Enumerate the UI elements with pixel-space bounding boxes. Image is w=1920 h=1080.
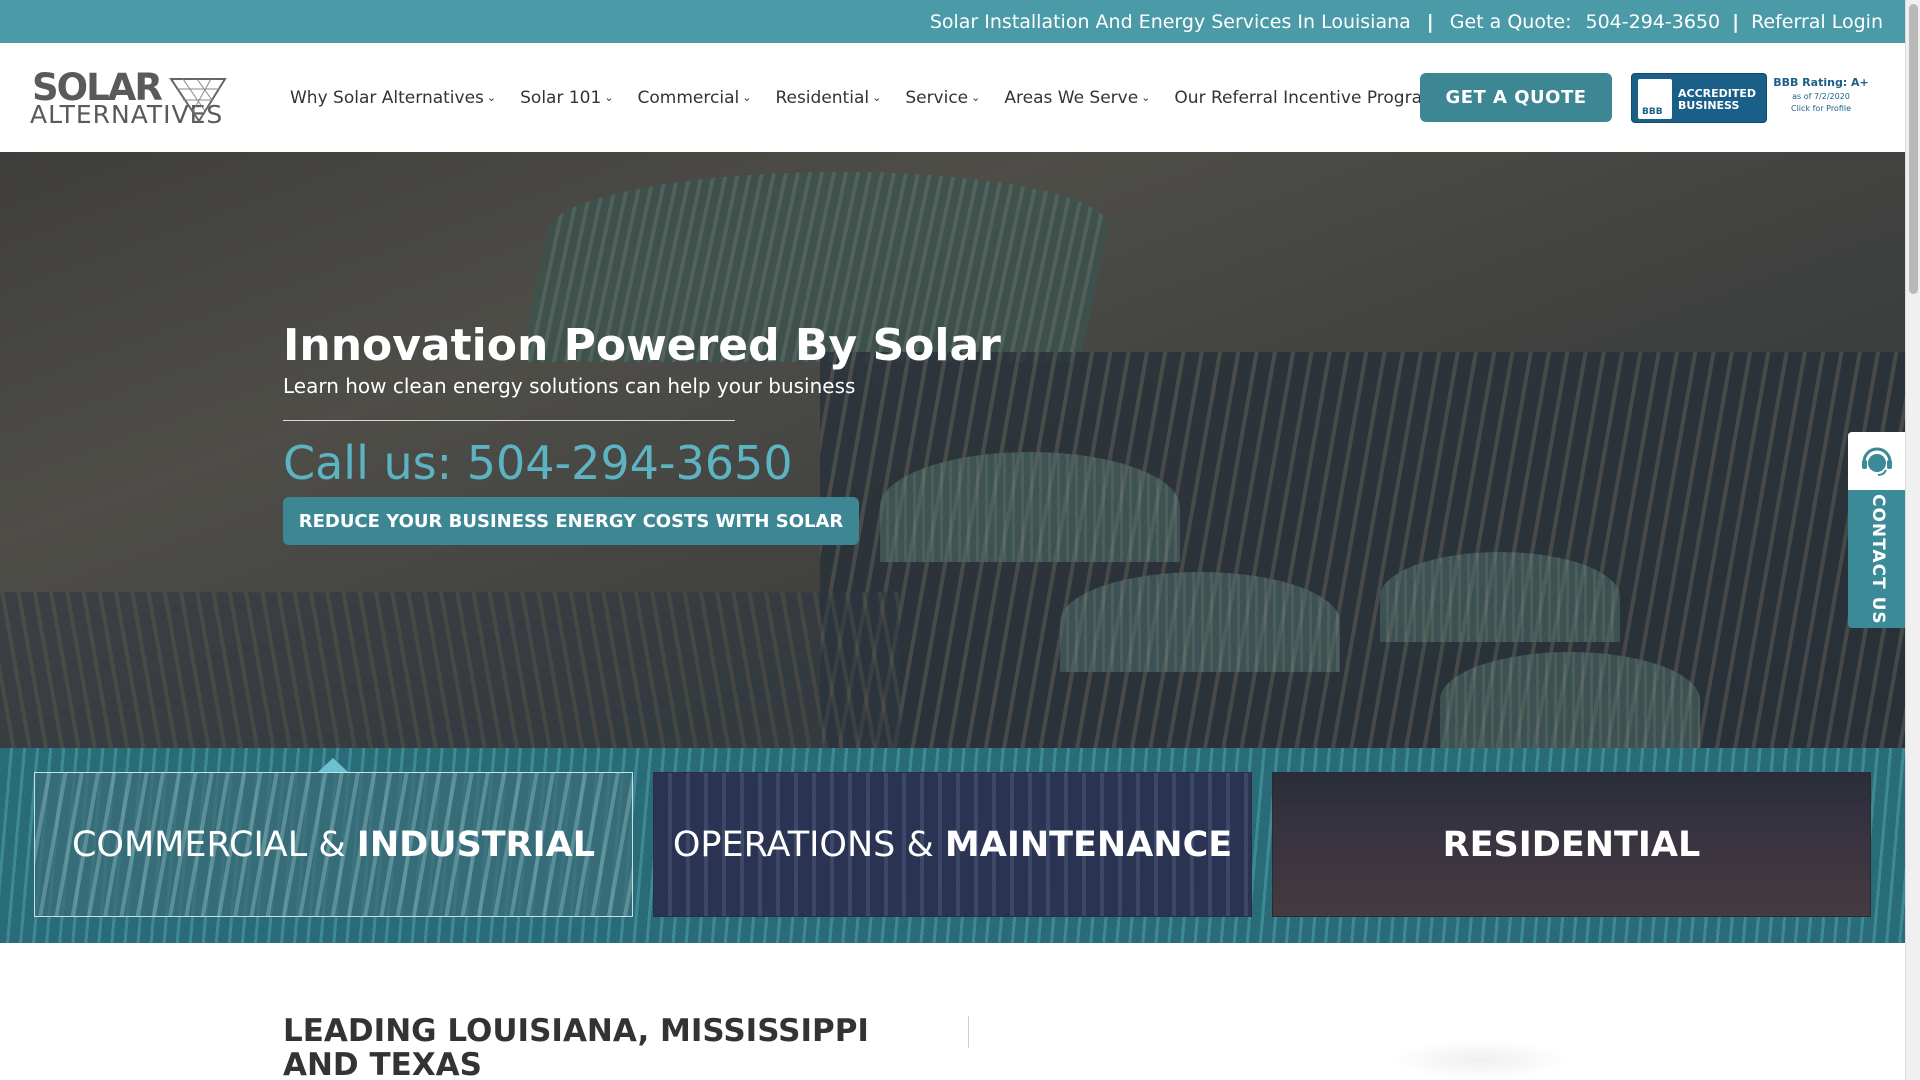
solar-panel-logo-icon	[169, 78, 227, 123]
card-title: OPERATIONS & MAINTENANCE	[673, 825, 1232, 865]
separator: |	[1732, 10, 1740, 33]
page-scrollbar[interactable]	[1905, 0, 1920, 1080]
nav-label: Service	[905, 87, 969, 108]
support-headset-icon	[1861, 447, 1892, 476]
quote-label: Get a Quote:	[1449, 10, 1572, 33]
chevron-down-icon: ⌄	[604, 91, 614, 104]
card-title: RESIDENTIAL	[1443, 825, 1701, 865]
tagline: Solar Installation And Energy Services I…	[929, 10, 1411, 33]
nav-label: Solar 101	[520, 87, 602, 108]
chevron-down-icon: ⌄	[872, 91, 882, 104]
nav-areas-we-serve[interactable]: Areas We Serve ⌄	[1004, 88, 1150, 108]
card-title-bold: INDUSTRIAL	[356, 824, 596, 865]
nav-label: Residential	[775, 87, 870, 108]
card-title-light: COMMERCIAL &	[71, 824, 357, 865]
nav-residential[interactable]: Residential ⌄	[775, 88, 881, 108]
nav-commercial[interactable]: Commercial ⌄	[638, 88, 752, 108]
site-header: SOLAR ALTERNATIVES Why Solar Alternative…	[0, 43, 1905, 152]
nav-label: Areas We Serve	[1004, 87, 1139, 108]
hero-call-us[interactable]: Call us: 504-294-3650	[283, 436, 793, 490]
card-title: COMMERCIAL & INDUSTRIAL	[72, 825, 595, 865]
nav-label: Commercial	[637, 87, 740, 108]
faded-image	[1390, 1040, 1570, 1080]
service-card-operations-maintenance[interactable]: OPERATIONS & MAINTENANCE	[653, 772, 1252, 917]
bbb-seal-text: BBB	[1642, 107, 1663, 117]
hero-title: Innovation Powered By Solar	[283, 320, 1001, 371]
bbb-accredited-panel: BBB ACCREDITED BUSINESS	[1631, 73, 1767, 123]
card-title-bold: MAINTENANCE	[944, 824, 1233, 865]
card-title-light: OPERATIONS &	[672, 824, 945, 865]
service-card-commercial-industrial[interactable]: COMMERCIAL & INDUSTRIAL	[34, 772, 633, 917]
scrollbar-thumb[interactable]	[1909, 4, 1918, 294]
bbb-click-profile: Click for Profile	[1790, 104, 1852, 113]
bbb-accredited-text: ACCREDITED BUSINESS	[1678, 87, 1757, 112]
active-card-pointer	[318, 758, 348, 772]
reduce-energy-costs-button[interactable]: REDUCE YOUR BUSINESS ENERGY COSTS WITH S…	[283, 497, 859, 545]
nav-why-solar-alternatives[interactable]: Why Solar Alternatives ⌄	[290, 88, 496, 108]
bbb-rating-panel: BBB Rating: A+ as of 7/2/2020 Click for …	[1769, 73, 1873, 123]
section-divider	[968, 1016, 969, 1048]
nav-service[interactable]: Service ⌄	[905, 88, 980, 108]
bbb-badge[interactable]: BBB ACCREDITED BUSINESS BBB Rating: A+ a…	[1631, 73, 1873, 123]
hero-subtitle: Learn how clean energy solutions can hel…	[283, 374, 856, 398]
hero-divider	[283, 420, 735, 421]
section-heading: LEADING LOUISIANA, MISSISSIPPI AND TEXAS	[283, 1013, 869, 1080]
services-band: COMMERCIAL & INDUSTRIAL OPERATIONS & MAI…	[0, 748, 1905, 943]
chevron-down-icon: ⌄	[486, 91, 497, 104]
logo[interactable]: SOLAR ALTERNATIVES	[30, 69, 230, 129]
service-card-residential[interactable]: RESIDENTIAL	[1272, 772, 1871, 917]
nav-label: Why Solar Alternatives	[290, 87, 484, 108]
chevron-down-icon: ⌄	[742, 91, 752, 104]
referral-login-link[interactable]: Referral Login	[1751, 11, 1883, 33]
chevron-down-icon: ⌄	[971, 91, 981, 104]
top-phone-link[interactable]: 504-294-3650	[1586, 11, 1721, 33]
contact-us-tab[interactable]: CONTACT US	[1848, 432, 1905, 628]
nav-label: Our Referral Incentive Program	[1174, 87, 1439, 108]
separator: |	[1426, 10, 1434, 33]
bbb-rating: BBB Rating: A+	[1773, 76, 1869, 89]
nav-referral-incentive-program[interactable]: Our Referral Incentive Program	[1174, 88, 1438, 108]
bbb-seal-icon: BBB	[1638, 79, 1672, 119]
main-nav: Why Solar Alternatives ⌄ Solar 101 ⌄ Com…	[278, 43, 1451, 152]
hero-banner: Innovation Powered By Solar Learn how cl…	[0, 152, 1905, 748]
bbb-as-of: as of 7/2/2020	[1792, 92, 1850, 101]
contact-us-label: CONTACT US	[1868, 493, 1888, 625]
top-bar: Solar Installation And Energy Services I…	[0, 0, 1905, 43]
get-a-quote-button[interactable]: GET A QUOTE	[1420, 73, 1612, 122]
chevron-down-icon: ⌄	[1141, 91, 1151, 104]
card-title-bold: RESIDENTIAL	[1442, 824, 1701, 865]
nav-solar-101[interactable]: Solar 101 ⌄	[520, 88, 613, 108]
contact-icon-wrap	[1848, 432, 1905, 490]
